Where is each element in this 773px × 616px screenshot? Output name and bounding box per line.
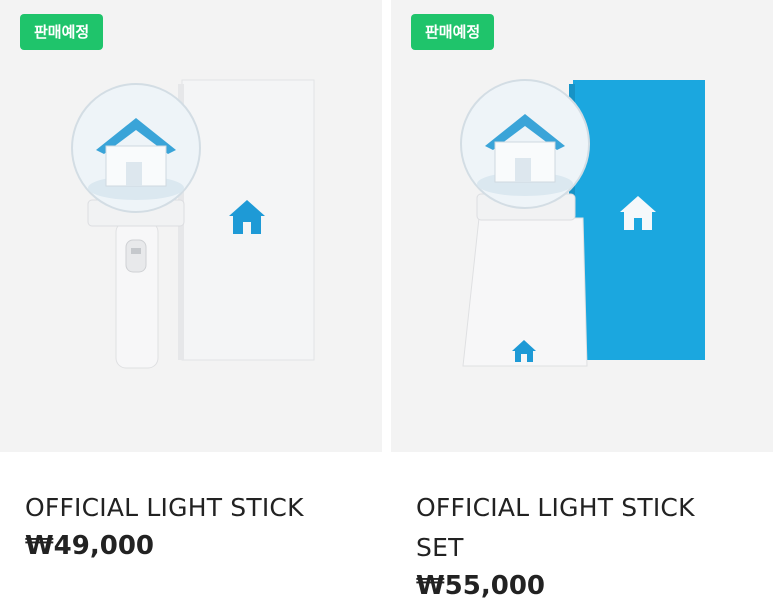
product-image-light-stick-set[interactable]: 판매예정: [391, 0, 773, 452]
product-price: ₩55,000: [416, 571, 546, 601]
product-name[interactable]: OFFICIAL LIGHT STICK: [25, 488, 382, 528]
light-stick-illustration: [71, 79, 315, 369]
product-card-light-stick[interactable]: 판매예정 OFFICIAL LIGHT STICK ₩49,000: [0, 0, 382, 564]
product-price: ₩49,000: [25, 531, 155, 561]
light-stick-globe: [460, 79, 590, 209]
product-name[interactable]: OFFICIAL LIGHT STICK SET: [416, 488, 736, 568]
badge-upcoming-sale: 판매예정: [20, 14, 104, 50]
product-card-light-stick-set[interactable]: 판매예정 OFFICIAL LIGHT STICK SET ₩55,000: [391, 0, 773, 604]
light-stick-stand: [462, 193, 588, 367]
product-image-light-stick[interactable]: 판매예정: [0, 0, 382, 452]
light-stick-set-illustration: [460, 79, 705, 367]
badge-upcoming-sale: 판매예정: [411, 14, 495, 50]
